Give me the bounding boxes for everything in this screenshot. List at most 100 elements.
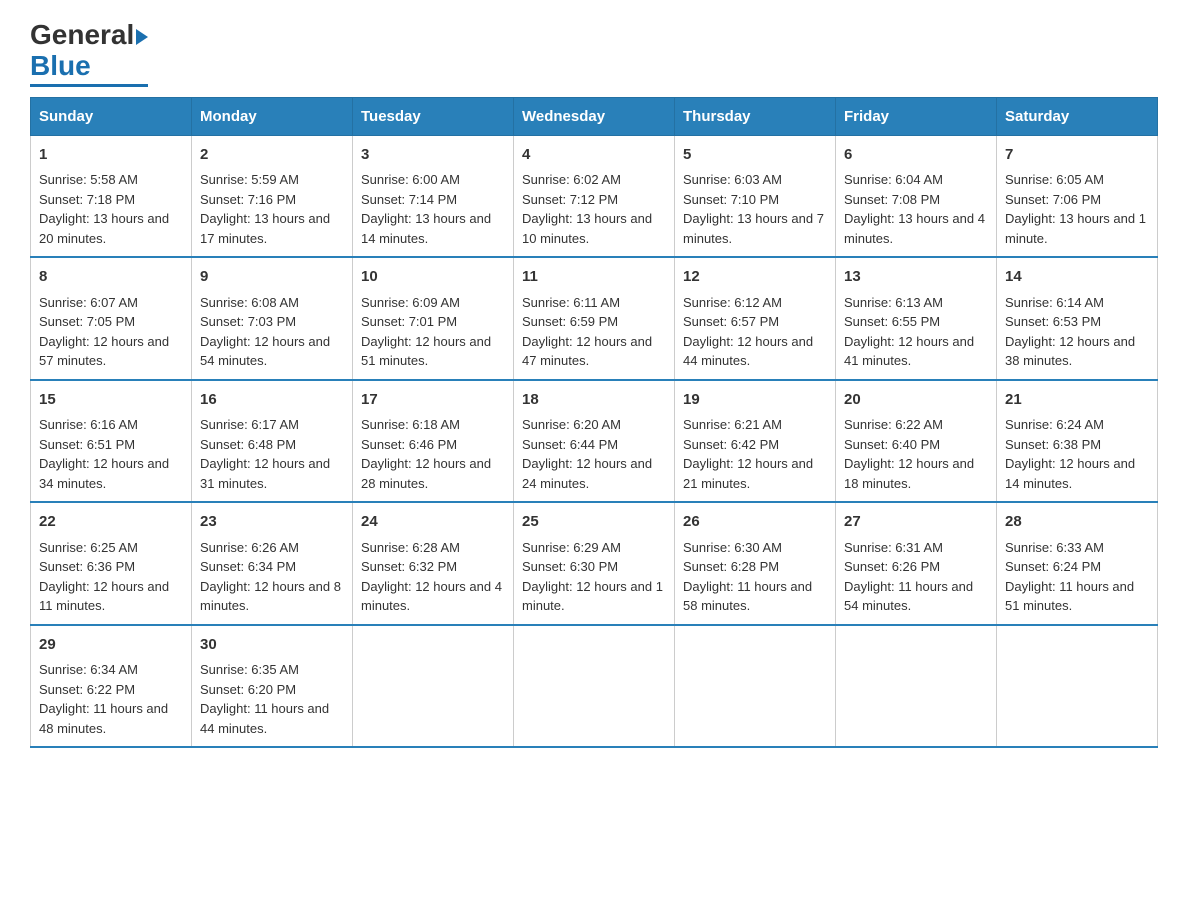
day-daylight: Daylight: 12 hours and 18 minutes. [844,456,974,491]
day-sunrise: Sunrise: 6:12 AM [683,295,782,310]
calendar-week-5: 29 Sunrise: 6:34 AM Sunset: 6:22 PM Dayligh… [31,625,1158,748]
weekday-saturday: Saturday [997,97,1158,135]
day-sunset: Sunset: 6:38 PM [1005,437,1101,452]
day-daylight: Daylight: 11 hours and 58 minutes. [683,579,812,614]
day-sunrise: Sunrise: 5:59 AM [200,172,299,187]
day-sunset: Sunset: 7:14 PM [361,192,457,207]
day-daylight: Daylight: 11 hours and 54 minutes. [844,579,973,614]
day-number: 9 [200,266,344,289]
day-sunrise: Sunrise: 6:28 AM [361,540,460,555]
weekday-header-row: SundayMondayTuesdayWednesdayThursdayFrid… [31,97,1158,135]
calendar-cell [353,625,514,748]
calendar-cell: 7Sunrise: 6:05 AMSunset: 7:06 PMDaylight… [997,135,1158,257]
day-sunrise: Sunrise: 6:26 AM [200,540,299,555]
day-number: 5 [683,144,827,167]
day-sunset: Sunset: 7:08 PM [844,192,940,207]
day-sunset: Sunset: 7:06 PM [1005,192,1101,207]
day-sunrise: Sunrise: 6:31 AM [844,540,943,555]
calendar-cell [997,625,1158,748]
day-sunset: Sunset: 7:12 PM [522,192,618,207]
calendar-cell: 11Sunrise: 6:11 AMSunset: 6:59 PMDayligh… [514,257,675,380]
day-sunset: Sunset: 6:53 PM [1005,314,1101,329]
calendar-cell: 15Sunrise: 6:16 AMSunset: 6:51 PMDayligh… [31,380,192,503]
day-daylight: Daylight: 12 hours and 21 minutes. [683,456,813,491]
day-number: 28 [1005,511,1149,534]
day-sunrise: Sunrise: 5:58 AM [39,172,138,187]
day-daylight: Daylight: 13 hours and 7 minutes. [683,211,824,246]
day-sunset: Sunset: 6:44 PM [522,437,618,452]
calendar-cell: 1Sunrise: 5:58 AMSunset: 7:18 PMDaylight… [31,135,192,257]
day-sunrise: Sunrise: 6:11 AM [522,295,620,310]
logo-line1: General [30,20,148,51]
calendar-cell: 20Sunrise: 6:22 AMSunset: 6:40 PMDayligh… [836,380,997,503]
day-daylight: Daylight: 12 hours and 34 minutes. [39,456,169,491]
day-sunrise: Sunrise: 6:29 AM [522,540,621,555]
day-sunset: Sunset: 6:42 PM [683,437,779,452]
day-sunset: Sunset: 6:36 PM [39,559,135,574]
calendar-cell [514,625,675,748]
calendar-cell: 9Sunrise: 6:08 AMSunset: 7:03 PMDaylight… [192,257,353,380]
day-sunset: Sunset: 7:05 PM [39,314,135,329]
day-daylight: Daylight: 12 hours and 54 minutes. [200,334,330,369]
day-number: 16 [200,389,344,412]
day-daylight: Daylight: 12 hours and 38 minutes. [1005,334,1135,369]
day-number: 18 [522,389,666,412]
logo: General Blue [30,20,148,87]
day-sunrise: Sunrise: 6:22 AM [844,417,943,432]
day-sunset: Sunset: 6:34 PM [200,559,296,574]
day-sunset: Sunset: 7:16 PM [200,192,296,207]
day-daylight: Daylight: 12 hours and 47 minutes. [522,334,652,369]
day-sunrise: Sunrise: 6:34 AM [39,662,138,677]
calendar-cell: 6Sunrise: 6:04 AMSunset: 7:08 PMDaylight… [836,135,997,257]
day-sunrise: Sunrise: 6:09 AM [361,295,460,310]
weekday-monday: Monday [192,97,353,135]
calendar-cell: 17Sunrise: 6:18 AMSunset: 6:46 PMDayligh… [353,380,514,503]
day-sunset: Sunset: 6:30 PM [522,559,618,574]
day-sunset: Sunset: 6:57 PM [683,314,779,329]
logo-line2: Blue [30,51,148,87]
day-number: 6 [844,144,988,167]
calendar-body: 1Sunrise: 5:58 AMSunset: 7:18 PMDaylight… [31,135,1158,747]
day-sunrise: Sunrise: 6:30 AM [683,540,782,555]
calendar-cell: 29 Sunrise: 6:34 AM Sunset: 6:22 PM Dayligh… [31,625,192,748]
day-daylight: Daylight: 12 hours and 51 minutes. [361,334,491,369]
calendar-cell: 8Sunrise: 6:07 AMSunset: 7:05 PMDaylight… [31,257,192,380]
day-number: 11 [522,266,666,289]
day-number: 2 [200,144,344,167]
day-number: 20 [844,389,988,412]
day-sunrise: Sunrise: 6:14 AM [1005,295,1104,310]
day-daylight: Daylight: 13 hours and 4 minutes. [844,211,985,246]
day-daylight: Daylight: 12 hours and 11 minutes. [39,579,169,614]
page-header: General Blue [30,20,1158,87]
day-sunrise: Sunrise: 6:08 AM [200,295,299,310]
day-number: 19 [683,389,827,412]
day-number: 24 [361,511,505,534]
calendar-cell: 12Sunrise: 6:12 AMSunset: 6:57 PMDayligh… [675,257,836,380]
day-number: 17 [361,389,505,412]
calendar-cell: 4Sunrise: 6:02 AMSunset: 7:12 PMDaylight… [514,135,675,257]
day-number: 12 [683,266,827,289]
day-sunset: Sunset: 6:22 PM [39,682,135,697]
day-daylight: Daylight: 11 hours and 48 minutes. [39,701,168,736]
calendar-cell: 23Sunrise: 6:26 AMSunset: 6:34 PMDayligh… [192,502,353,625]
day-number: 13 [844,266,988,289]
day-number: 25 [522,511,666,534]
day-daylight: Daylight: 13 hours and 1 minute. [1005,211,1146,246]
day-daylight: Daylight: 13 hours and 14 minutes. [361,211,491,246]
day-daylight: Daylight: 12 hours and 8 minutes. [200,579,341,614]
day-daylight: Daylight: 12 hours and 31 minutes. [200,456,330,491]
day-sunrise: Sunrise: 6:21 AM [683,417,782,432]
day-daylight: Daylight: 13 hours and 17 minutes. [200,211,330,246]
day-number: 4 [522,144,666,167]
calendar-cell: 2 Sunrise: 5:59 AM Sunset: 7:16 PM Daylight… [192,135,353,257]
day-daylight: Daylight: 12 hours and 24 minutes. [522,456,652,491]
day-sunrise: Sunrise: 6:17 AM [200,417,299,432]
day-daylight: Daylight: 12 hours and 28 minutes. [361,456,491,491]
day-number: 22 [39,511,183,534]
day-number: 29 [39,634,183,657]
calendar-cell: 3Sunrise: 6:00 AMSunset: 7:14 PMDaylight… [353,135,514,257]
day-sunset: Sunset: 6:24 PM [1005,559,1101,574]
day-sunset: Sunset: 7:01 PM [361,314,457,329]
day-number: 1 [39,144,183,167]
day-daylight: Daylight: 12 hours and 14 minutes. [1005,456,1135,491]
